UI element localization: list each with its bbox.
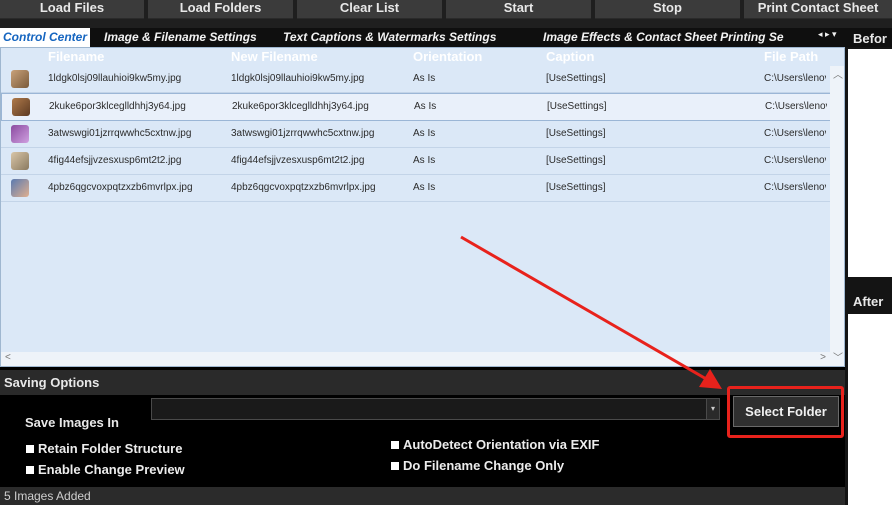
cell-file-path: C:\Users\lenov bbox=[764, 182, 826, 193]
highlight-annotation-box bbox=[727, 386, 844, 438]
filename-change-only-checkbox[interactable]: Do Filename Change Only bbox=[391, 458, 564, 473]
column-header-caption[interactable]: Caption bbox=[546, 49, 594, 64]
cell-orientation: As Is bbox=[414, 101, 437, 112]
cell-caption: [UseSettings] bbox=[547, 101, 607, 112]
tab-image-filename-settings[interactable]: Image & Filename Settings bbox=[104, 28, 257, 47]
cell-file-path: C:\Users\lenov bbox=[765, 101, 827, 112]
after-preview-label: After bbox=[853, 294, 884, 309]
scroll-up-icon[interactable]: ︿ bbox=[833, 66, 843, 81]
clear-list-button[interactable]: Clear List bbox=[297, 0, 442, 19]
cell-caption: [UseSettings] bbox=[546, 128, 606, 139]
vertical-scrollbar[interactable]: ︿ ﹀ bbox=[830, 66, 844, 366]
table-row[interactable]: 4pbz6qgcvoxpqtzxzb6mvrlpx.jpg 4pbz6qgcvo… bbox=[1, 175, 831, 202]
save-images-in-label: Save Images In bbox=[25, 415, 119, 430]
checkbox-icon bbox=[391, 462, 399, 470]
column-header-new-filename[interactable]: New Filename bbox=[231, 49, 318, 64]
start-button[interactable]: Start bbox=[446, 0, 591, 19]
cell-orientation: As Is bbox=[413, 73, 436, 84]
save-folder-path-input[interactable] bbox=[151, 398, 707, 420]
cell-caption: [UseSettings] bbox=[546, 155, 606, 166]
column-header-file-path[interactable]: File Path bbox=[764, 49, 818, 64]
cell-orientation: As Is bbox=[413, 155, 436, 166]
load-folders-button[interactable]: Load Folders bbox=[148, 0, 293, 19]
scroll-left-icon[interactable]: < bbox=[5, 352, 11, 363]
autodetect-orientation-checkbox[interactable]: AutoDetect Orientation via EXIF bbox=[391, 437, 599, 452]
chevron-down-icon[interactable]: ▾ bbox=[706, 398, 720, 420]
table-row[interactable]: 4fig44efsjjvzesxusp6mt2t2.jpg 4fig44efsj… bbox=[1, 148, 831, 175]
enable-change-preview-checkbox[interactable]: Enable Change Preview bbox=[26, 462, 185, 477]
grid-header: Filename New Filename Orientation Captio… bbox=[1, 48, 844, 66]
cell-new-filename: 2kuke6por3klceglldhhj3y64.jpg bbox=[232, 101, 369, 112]
file-list-grid: Filename New Filename Orientation Captio… bbox=[0, 47, 845, 367]
before-preview-label: Befor bbox=[853, 31, 887, 46]
horizontal-scrollbar[interactable]: < > bbox=[1, 352, 832, 366]
retain-folder-structure-checkbox[interactable]: Retain Folder Structure bbox=[26, 441, 182, 456]
cell-orientation: As Is bbox=[413, 182, 436, 193]
tab-text-captions-watermarks[interactable]: Text Captions & Watermarks Settings bbox=[283, 28, 496, 47]
table-row[interactable]: 2kuke6por3klceglldhhj3y64.jpg 2kuke6por3… bbox=[1, 93, 833, 121]
load-files-button[interactable]: Load Files bbox=[0, 0, 144, 19]
after-preview-area bbox=[848, 314, 892, 505]
tab-image-effects-contact-sheet[interactable]: Image Effects & Contact Sheet Printing S… bbox=[543, 28, 817, 47]
cell-caption: [UseSettings] bbox=[546, 182, 606, 193]
print-contact-sheet-button[interactable]: Print Contact Sheet bbox=[744, 0, 892, 19]
image-thumbnail bbox=[11, 125, 29, 143]
cell-file-path: C:\Users\lenov bbox=[764, 73, 826, 84]
status-bar: 5 Images Added bbox=[0, 487, 845, 505]
cell-new-filename: 1ldgk0lsj09llauhioi9kw5my.jpg bbox=[231, 73, 365, 84]
cell-filename: 4pbz6qgcvoxpqtzxzb6mvrlpx.jpg bbox=[48, 182, 193, 193]
toolbar: Load Files Load Folders Clear List Start… bbox=[0, 0, 892, 28]
tab-scroll-arrows-icon[interactable]: ◂ ▸ ▾ bbox=[818, 29, 837, 40]
table-row[interactable]: 3atwswgi01jzrrqwwhc5cxtnw.jpg 3atwswgi01… bbox=[1, 121, 831, 148]
cell-new-filename: 3atwswgi01jzrrqwwhc5cxtnw.jpg bbox=[231, 128, 375, 139]
stop-button[interactable]: Stop bbox=[595, 0, 740, 19]
saving-options-title: Saving Options bbox=[0, 370, 845, 395]
column-header-orientation[interactable]: Orientation bbox=[413, 49, 482, 64]
cell-orientation: As Is bbox=[413, 128, 436, 139]
cell-file-path: C:\Users\lenov bbox=[764, 155, 826, 166]
image-thumbnail bbox=[11, 152, 29, 170]
image-thumbnail bbox=[11, 179, 29, 197]
cell-caption: [UseSettings] bbox=[546, 73, 606, 84]
column-header-filename[interactable]: Filename bbox=[48, 49, 104, 64]
cell-new-filename: 4pbz6qgcvoxpqtzxzb6mvrlpx.jpg bbox=[231, 182, 376, 193]
checkbox-icon bbox=[391, 441, 399, 449]
cell-filename: 4fig44efsjjvzesxusp6mt2t2.jpg bbox=[48, 155, 182, 166]
checkbox-icon bbox=[26, 445, 34, 453]
image-thumbnail bbox=[12, 98, 30, 116]
checkbox-icon bbox=[26, 466, 34, 474]
cell-new-filename: 4fig44efsjjvzesxusp6mt2t2.jpg bbox=[231, 155, 365, 166]
scroll-right-icon[interactable]: > bbox=[820, 352, 826, 363]
table-row[interactable]: 1ldgk0lsj09llauhioi9kw5my.jpg 1ldgk0lsj0… bbox=[1, 66, 831, 93]
tab-bar: Control Center Image & Filename Settings… bbox=[0, 28, 892, 47]
cell-filename: 2kuke6por3klceglldhhj3y64.jpg bbox=[49, 101, 186, 112]
scroll-down-icon[interactable]: ﹀ bbox=[833, 349, 843, 364]
cell-filename: 3atwswgi01jzrrqwwhc5cxtnw.jpg bbox=[48, 128, 192, 139]
before-preview-area bbox=[848, 49, 892, 277]
image-thumbnail bbox=[11, 70, 29, 88]
cell-file-path: C:\Users\lenov bbox=[764, 128, 826, 139]
tab-control-center[interactable]: Control Center bbox=[0, 28, 90, 47]
cell-filename: 1ldgk0lsj09llauhioi9kw5my.jpg bbox=[48, 73, 182, 84]
